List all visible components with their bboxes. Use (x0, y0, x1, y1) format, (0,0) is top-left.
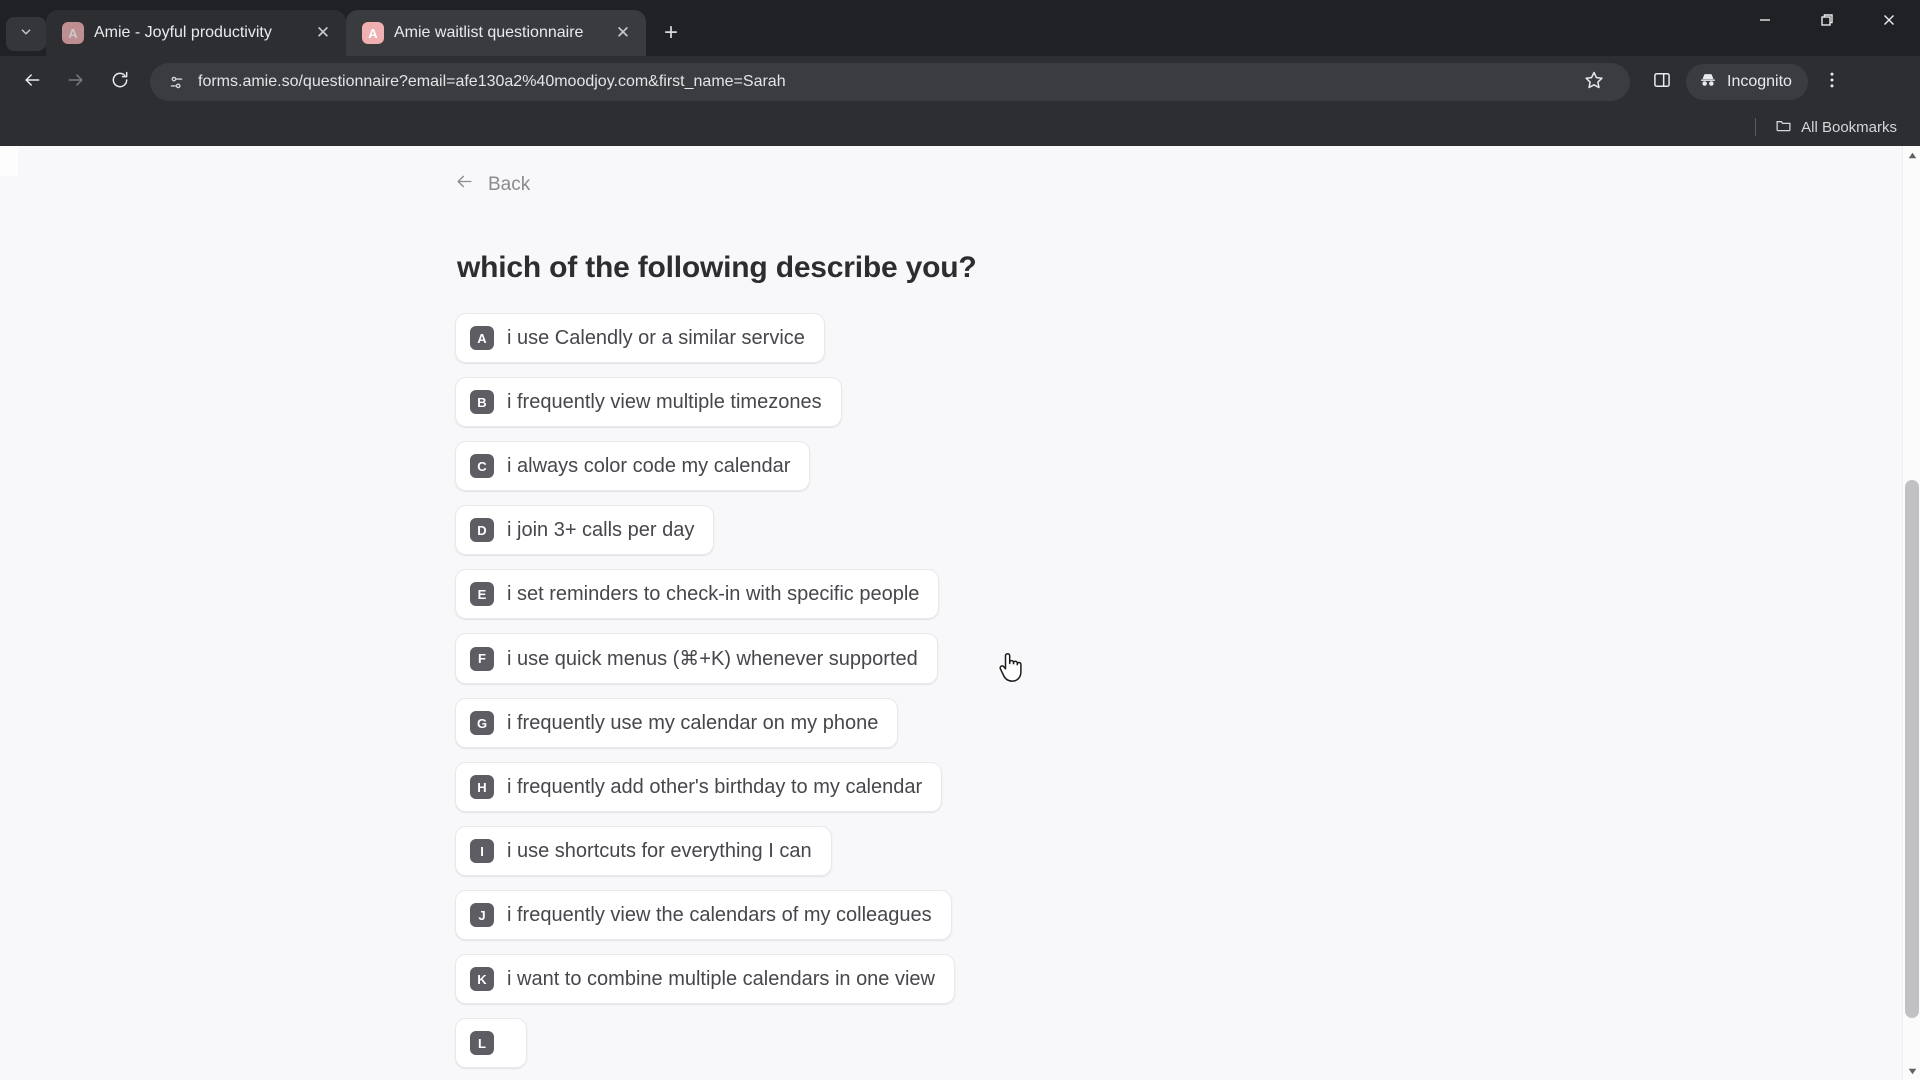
tab-title: Amie - Joyful productivity (94, 24, 272, 41)
option-key-badge: I (470, 839, 494, 863)
option-label: i frequently view multiple timezones (507, 390, 822, 413)
chevron-down-icon (19, 25, 33, 44)
tab-strip: A Amie - Joyful productivity ✕ A Amie wa… (0, 0, 1920, 56)
option-label: i want to combine multiple calendars in … (507, 967, 935, 990)
site-settings-icon[interactable] (166, 72, 186, 92)
amie-favicon-icon: A (362, 22, 384, 44)
bookmarks-bar: All Bookmarks (0, 108, 1920, 146)
option-label: i frequently view the calendars of my co… (507, 903, 932, 926)
option-c[interactable]: Ci always color code my calendar (455, 441, 811, 491)
page-viewport: Back which of the following describe you… (0, 146, 1920, 1080)
reload-icon (110, 70, 130, 95)
option-a[interactable]: Ai use Calendly or a similar service (455, 313, 825, 363)
star-icon (1584, 70, 1604, 95)
option-b[interactable]: Bi frequently view multiple timezones (455, 377, 842, 427)
triangle-down-icon (1908, 1062, 1917, 1080)
option-e[interactable]: Ei set reminders to check-in with specif… (455, 569, 940, 619)
side-panel-button[interactable] (1642, 62, 1682, 102)
option-key-badge: L (470, 1031, 494, 1055)
incognito-icon (1698, 70, 1718, 95)
questionnaire-content: Back which of the following describe you… (455, 146, 1455, 1068)
option-g[interactable]: Gi frequently use my calendar on my phon… (455, 698, 899, 748)
forward-button[interactable] (56, 62, 96, 102)
option-label: i frequently add other's birthday to my … (507, 775, 923, 798)
option-key-badge: A (470, 326, 494, 350)
option-f[interactable]: Fi use quick menus (⌘+K) whenever suppor… (455, 633, 938, 684)
back-button[interactable] (12, 62, 52, 102)
option-label: i join 3+ calls per day (507, 518, 695, 541)
tab-search-button[interactable] (6, 17, 46, 51)
browser-toolbar: forms.amie.so/questionnaire?email=afe130… (0, 56, 1920, 108)
questionnaire-page: Back which of the following describe you… (0, 146, 1902, 1080)
option-label: i always color code my calendar (507, 454, 791, 477)
tab-close-icon[interactable]: ✕ (310, 20, 336, 46)
tab-title: Amie waitlist questionnaire (394, 24, 584, 41)
page-left-edge-stub (0, 146, 18, 176)
new-tab-button[interactable]: + (654, 16, 688, 50)
incognito-indicator[interactable]: Incognito (1686, 64, 1808, 100)
option-i[interactable]: Ii use shortcuts for everything I can (455, 826, 832, 876)
option-label: i frequently use my calendar on my phone (507, 711, 879, 734)
option-key-badge: F (470, 646, 494, 671)
close-icon (1882, 13, 1896, 32)
url-text: forms.amie.so/questionnaire?email=afe130… (198, 73, 786, 90)
folder-icon (1775, 117, 1792, 138)
address-bar[interactable]: forms.amie.so/questionnaire?email=afe130… (150, 63, 1630, 101)
chrome-menu-button[interactable] (1812, 62, 1852, 102)
amie-favicon-icon: A (62, 22, 84, 44)
option-h[interactable]: Hi frequently add other's birthday to my… (455, 762, 943, 812)
option-d[interactable]: Di join 3+ calls per day (455, 505, 715, 555)
back-link[interactable]: Back (455, 172, 530, 197)
scroll-down-button[interactable] (1903, 1062, 1920, 1080)
option-label: i set reminders to check-in with specifi… (507, 582, 920, 605)
option-key-badge: J (470, 903, 494, 927)
arrow-right-icon (66, 70, 86, 95)
option-key-badge: G (470, 711, 494, 735)
bookmarks-divider (1755, 118, 1757, 136)
scrollbar-thumb[interactable] (1905, 480, 1919, 1018)
triangle-up-icon (1908, 146, 1917, 164)
option-label: i use shortcuts for everything I can (507, 839, 812, 862)
incognito-label: Incognito (1727, 73, 1792, 90)
all-bookmarks-button[interactable]: All Bookmarks (1766, 113, 1906, 142)
all-bookmarks-label: All Bookmarks (1801, 118, 1897, 136)
more-vertical-icon (1822, 70, 1842, 95)
minimize-button[interactable] (1734, 0, 1796, 44)
maximize-restore-button[interactable] (1796, 0, 1858, 44)
restore-icon (1820, 13, 1834, 32)
option-key-badge: C (470, 454, 494, 478)
option-list: Ai use Calendly or a similar service Bi f… (455, 313, 1455, 1068)
page-title: which of the following describe you? (457, 251, 977, 284)
scroll-up-button[interactable] (1903, 146, 1920, 164)
option-key-badge: D (470, 518, 494, 542)
option-key-badge: H (470, 775, 494, 799)
browser-window: A Amie - Joyful productivity ✕ A Amie wa… (0, 0, 1920, 1080)
reload-button[interactable] (100, 62, 140, 102)
page-scrollbar[interactable] (1902, 146, 1920, 1080)
tab-close-icon[interactable]: ✕ (610, 20, 636, 46)
window-controls (1734, 0, 1920, 44)
arrow-left-icon (455, 172, 474, 197)
option-key-badge: B (470, 390, 494, 414)
minimize-icon (1758, 13, 1772, 32)
option-j[interactable]: Ji frequently view the calendars of my c… (455, 890, 952, 940)
option-key-badge: K (470, 967, 494, 991)
option-label: i use Calendly or a similar service (507, 326, 805, 349)
option-k[interactable]: Ki want to combine multiple calendars in… (455, 954, 955, 1004)
option-key-badge: E (470, 582, 494, 606)
bookmark-star-button[interactable] (1574, 62, 1614, 102)
side-panel-icon (1652, 70, 1672, 95)
close-window-button[interactable] (1858, 0, 1920, 44)
arrow-left-icon (22, 70, 42, 95)
back-link-label: Back (488, 173, 531, 195)
option-l[interactable]: L (455, 1018, 527, 1068)
option-label: i use quick menus (⌘+K) whenever support… (507, 648, 918, 670)
browser-tab-2[interactable]: A Amie waitlist questionnaire ✕ (346, 10, 646, 56)
browser-tab-1[interactable]: A Amie - Joyful productivity ✕ (46, 10, 346, 56)
